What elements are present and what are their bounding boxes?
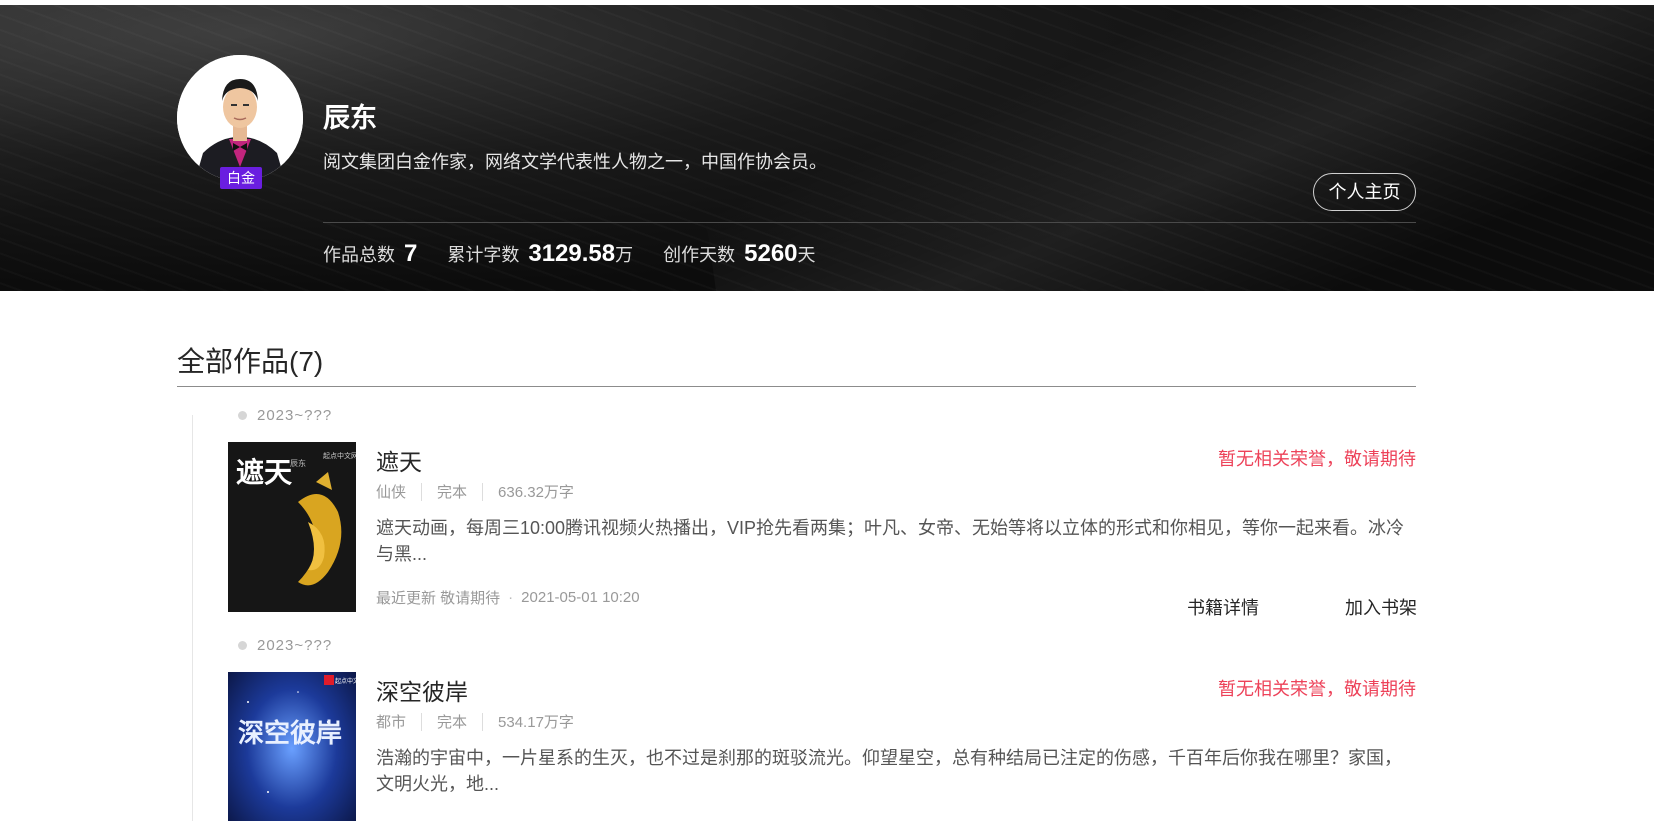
update-label: 最近更新 敬请期待 bbox=[376, 590, 501, 607]
book-honor: 暂无相关荣誉，敬请期待 bbox=[1218, 449, 1416, 469]
header-divider bbox=[323, 222, 1416, 223]
meta-separator bbox=[482, 482, 484, 501]
book-title[interactable]: 深空彼岸 bbox=[376, 673, 468, 707]
book-title[interactable]: 遮天 bbox=[376, 443, 422, 477]
author-avatar[interactable] bbox=[177, 55, 303, 181]
cover-title: 深空彼岸 bbox=[238, 718, 342, 749]
book-word-count: 636.32万字 bbox=[498, 484, 574, 501]
book-year: 2023~??? bbox=[257, 407, 333, 424]
author-stats: 作品总数 7 累计字数 3129.58 万 创作天数 5260 天 bbox=[323, 240, 846, 268]
meta-separator bbox=[482, 712, 484, 731]
all-works-title: 全部作品(7) bbox=[177, 346, 324, 377]
book-meta: 仙侠 完本 636.32万字 bbox=[376, 481, 574, 502]
book-honor: 暂无相关荣誉，敬请期待 bbox=[1218, 679, 1416, 699]
book-actions: 书籍详情 加入书架 bbox=[1148, 594, 1464, 620]
meta-separator bbox=[421, 482, 423, 501]
section-divider bbox=[177, 386, 1416, 387]
writing-days-stat: 创作天数 5260 天 bbox=[663, 240, 815, 268]
writing-days-value: 5260 bbox=[744, 240, 798, 267]
book-description: 浩瀚的宇宙中，一片星系的生灭，也不过是刹那的斑驳流光。仰望星空，总有种结局已注定… bbox=[376, 748, 1402, 794]
writing-days-unit: 天 bbox=[797, 245, 816, 265]
year-marker: 2023~??? bbox=[238, 637, 1416, 654]
book-status: 完本 bbox=[437, 484, 468, 501]
book-item: 2023~??? 遮天 起点中文网 辰东 遮天 暂无相关荣誉，敬请期待 仙侠 完… bbox=[228, 407, 1417, 627]
book-item: 2023~??? 起点中文网 深空彼岸 深空彼岸 暂无相关荣誉，敬请期待 都市 … bbox=[228, 637, 1416, 821]
author-intro: 阅文集团白金作家，网络文学代表性人物之一，中国作协会员。 bbox=[323, 152, 827, 172]
book-update-info: 最近更新 敬请期待 · 2021-05-01 10:20 bbox=[376, 587, 640, 608]
book-word-count: 534.17万字 bbox=[498, 714, 574, 731]
total-words-value: 3129.58 bbox=[528, 240, 616, 267]
total-words-unit: 万 bbox=[615, 245, 634, 265]
update-separator: · bbox=[508, 589, 514, 606]
book-year: 2023~??? bbox=[257, 637, 333, 654]
book-cover[interactable]: 遮天 起点中文网 辰东 bbox=[228, 442, 356, 612]
works-count-label: 作品总数 bbox=[323, 245, 395, 265]
shenkong-cover-icon: 起点中文网 深空彼岸 bbox=[228, 672, 356, 821]
zhetian-cover-icon: 遮天 起点中文网 辰东 bbox=[228, 442, 356, 612]
book-status: 完本 bbox=[437, 714, 468, 731]
cover-publisher: 起点中文网 bbox=[335, 677, 356, 685]
add-to-shelf-button[interactable]: 加入书架 bbox=[1306, 594, 1456, 620]
meta-separator bbox=[421, 712, 423, 731]
book-genre[interactable]: 仙侠 bbox=[376, 481, 406, 502]
cover-author: 辰东 bbox=[290, 458, 306, 468]
author-portrait-icon bbox=[177, 55, 303, 181]
total-words-stat: 累计字数 3129.58 万 bbox=[447, 240, 633, 268]
timeline-line bbox=[192, 415, 193, 821]
timeline-dot-icon bbox=[238, 641, 247, 650]
cover-title-char: 遮天 bbox=[236, 456, 292, 489]
platinum-level-badge: 白金 bbox=[220, 167, 262, 189]
book-genre[interactable]: 都市 bbox=[376, 711, 406, 732]
writing-days-label: 创作天数 bbox=[663, 245, 736, 265]
works-count-value: 7 bbox=[404, 240, 418, 267]
year-marker: 2023~??? bbox=[238, 407, 1416, 424]
timeline-dot-icon bbox=[238, 411, 247, 420]
book-cover[interactable]: 起点中文网 深空彼岸 bbox=[228, 672, 356, 821]
book-meta: 都市 完本 534.17万字 bbox=[376, 711, 574, 732]
cover-publisher: 起点中文网 bbox=[323, 451, 356, 460]
total-words-label: 累计字数 bbox=[447, 245, 520, 265]
works-count-stat: 作品总数 7 bbox=[323, 240, 417, 268]
book-detail-button[interactable]: 书籍详情 bbox=[1148, 594, 1298, 620]
book-description: 遮天动画，每周三10:00腾讯视频火热播出，VIP抢先看两集；叶凡、女帝、无始等… bbox=[376, 518, 1405, 564]
update-time: 2021-05-01 10:20 bbox=[521, 589, 640, 606]
personal-homepage-button[interactable]: 个人主页 bbox=[1313, 173, 1416, 211]
author-name: 辰东 bbox=[323, 103, 377, 133]
